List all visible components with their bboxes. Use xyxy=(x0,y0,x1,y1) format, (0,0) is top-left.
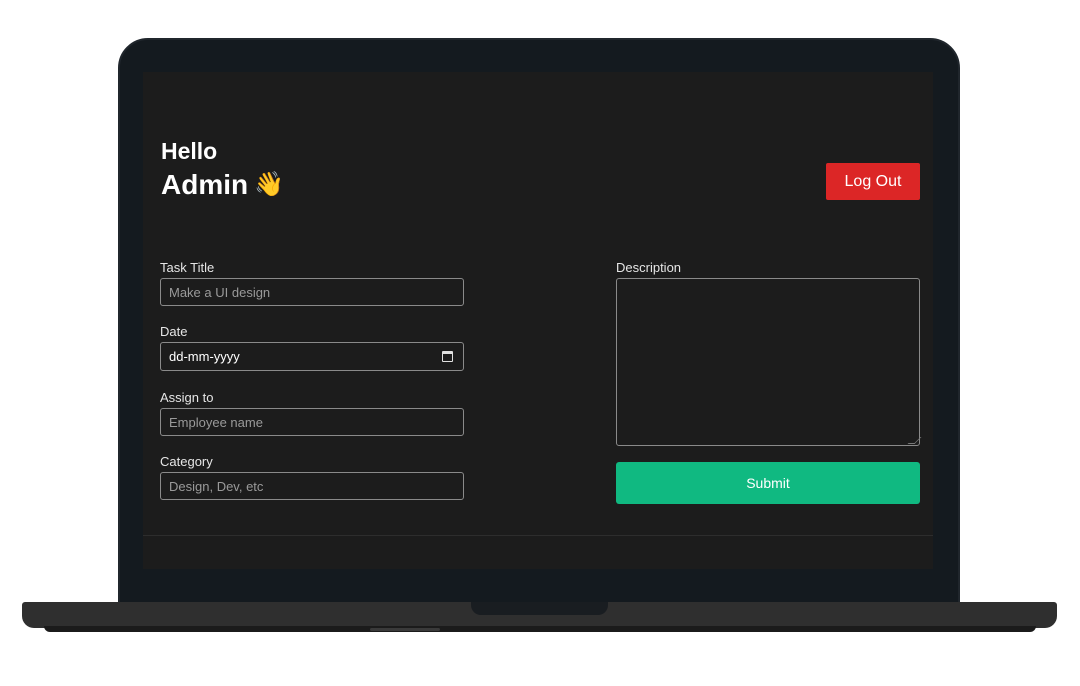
date-input[interactable]: dd-mm-yyyy xyxy=(160,342,464,371)
assign-to-field: Assign to Employee name xyxy=(160,390,464,436)
description-field: Description xyxy=(616,260,922,446)
submit-button[interactable]: Submit xyxy=(616,462,920,504)
task-title-field: Task Title Make a UI design xyxy=(160,260,464,306)
task-title-placeholder: Make a UI design xyxy=(169,284,271,300)
footer-divider xyxy=(143,535,933,536)
task-title-label: Task Title xyxy=(160,260,215,275)
waving-hand-icon: 👋 xyxy=(254,171,284,198)
assign-to-label: Assign to xyxy=(160,390,214,405)
laptop-base-shadow xyxy=(44,626,1036,632)
description-textarea[interactable] xyxy=(616,278,922,446)
greeting-name-row: Admin 👋 xyxy=(161,168,284,202)
logout-button[interactable]: Log Out xyxy=(826,163,920,200)
description-label: Description xyxy=(616,260,682,275)
greeting-block: Hello Admin 👋 xyxy=(161,136,284,202)
date-field: Date dd-mm-yyyy xyxy=(160,324,464,371)
laptop-mockup: Hello Admin 👋 Log Out Task Title Make a … xyxy=(0,0,1080,686)
user-name: Admin xyxy=(161,169,249,200)
category-label: Category xyxy=(160,454,213,469)
calendar-icon[interactable] xyxy=(442,351,453,362)
task-title-input[interactable]: Make a UI design xyxy=(160,278,464,306)
laptop-foot xyxy=(370,628,440,631)
category-input[interactable]: Design, Dev, etc xyxy=(160,472,464,500)
date-value: dd-mm-yyyy xyxy=(169,349,240,364)
category-placeholder: Design, Dev, etc xyxy=(169,478,264,494)
category-field: Category Design, Dev, etc xyxy=(160,454,464,500)
resize-grip-icon[interactable] xyxy=(907,437,922,444)
laptop-notch xyxy=(471,602,608,615)
assign-to-input[interactable]: Employee name xyxy=(160,408,464,436)
date-label: Date xyxy=(160,324,188,339)
assign-to-placeholder: Employee name xyxy=(169,414,263,430)
greeting-hello: Hello xyxy=(161,138,218,164)
app-screen: Hello Admin 👋 Log Out Task Title Make a … xyxy=(143,72,933,569)
